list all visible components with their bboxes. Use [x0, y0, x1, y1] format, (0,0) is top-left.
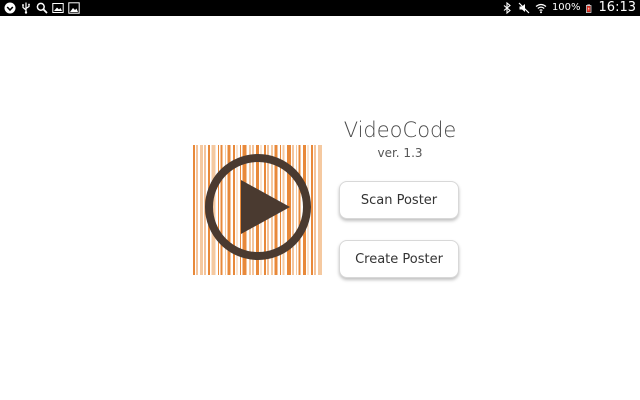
create-poster-button[interactable]: Create Poster [339, 240, 459, 278]
app-version: ver. 1.3 [377, 146, 423, 160]
barcode-play-logo-icon [193, 145, 323, 275]
status-bar-right: 100% 16:13 [501, 0, 636, 16]
barcode-stripe [218, 145, 219, 275]
clock: 16:13 [598, 0, 636, 15]
search-icon [36, 2, 48, 14]
barcode-stripe [311, 145, 313, 275]
barcode-stripe [193, 145, 195, 275]
gallery-icon [52, 3, 64, 13]
app-title: VideoCode [343, 118, 457, 142]
barcode-stripe [225, 145, 226, 275]
notification-icon [4, 2, 16, 14]
battery-percentage: 100% [551, 2, 581, 13]
barcode-stripe [296, 145, 297, 275]
usb-icon [22, 2, 30, 14]
battery-icon [585, 4, 591, 13]
barcode-stripe [292, 145, 294, 275]
barcode-stripe [314, 145, 316, 275]
status-bar-left [4, 0, 80, 16]
bluetooth-icon [503, 2, 511, 14]
wifi-icon [535, 3, 547, 14]
status-bar: 100% 16:13 [0, 0, 640, 16]
barcode-stripe [318, 145, 322, 275]
mute-icon [518, 2, 530, 14]
barcode-stripe [220, 145, 223, 275]
scan-poster-button[interactable]: Scan Poster [339, 181, 459, 219]
barcode-stripe [196, 145, 198, 275]
image-icon [68, 2, 80, 14]
barcode-stripe [200, 145, 203, 275]
barcode-stripe [298, 145, 301, 275]
